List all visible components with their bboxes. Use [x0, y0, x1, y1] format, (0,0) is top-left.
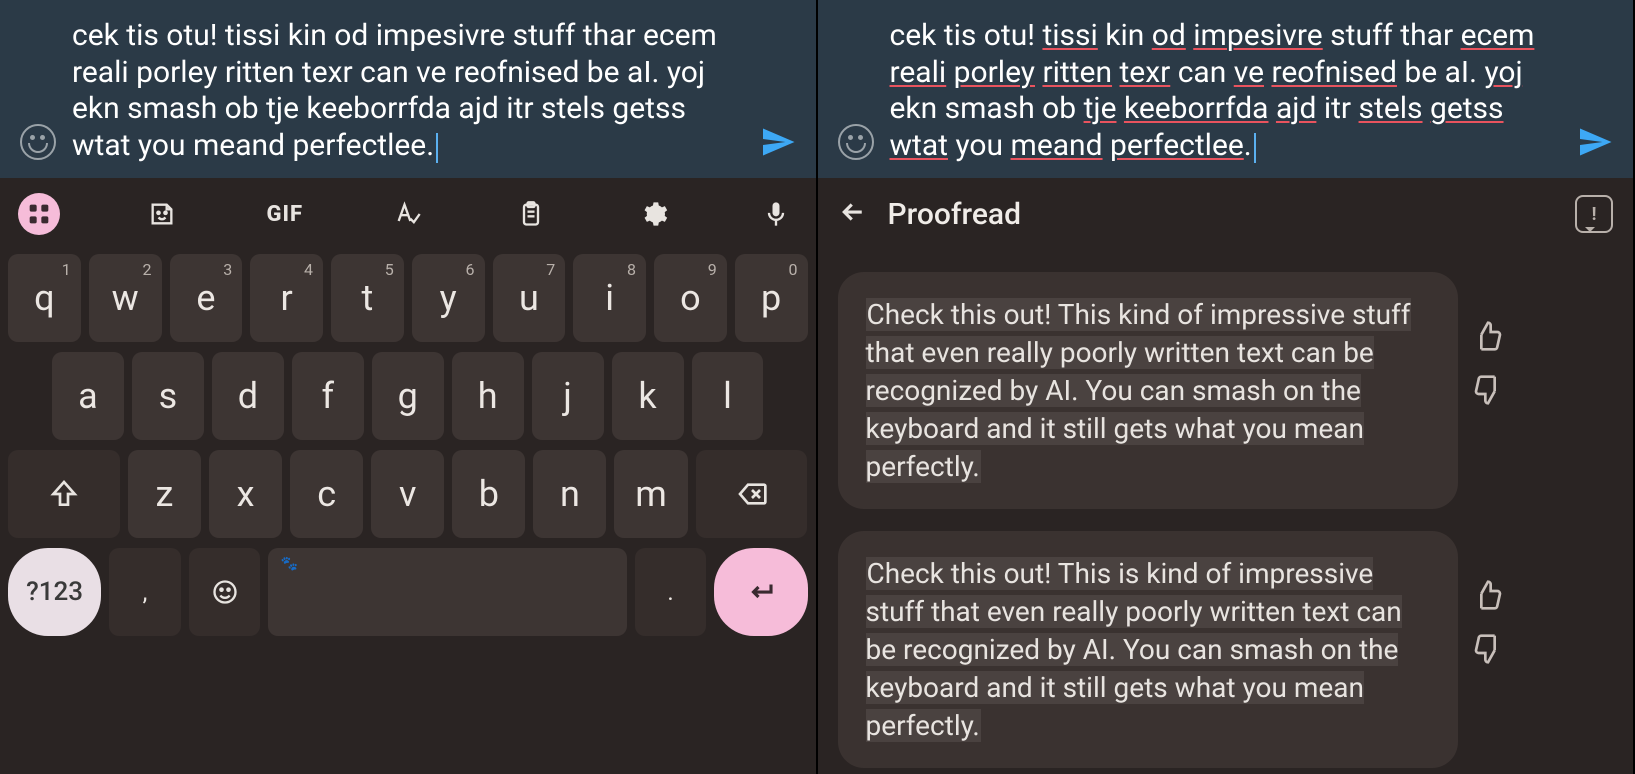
key-h[interactable]: h	[452, 352, 524, 440]
text-cursor	[436, 133, 438, 163]
thumbs-up-icon[interactable]	[1472, 320, 1504, 356]
keyboard: GIF q1w2e3r4t5y6u7i8o9p0 asdfghjkl	[0, 178, 816, 774]
key-w[interactable]: w2	[89, 254, 162, 342]
proofread-body: Check this out! This kind of impressive …	[818, 250, 1634, 774]
key-d[interactable]: d	[212, 352, 284, 440]
emoji-icon[interactable]	[20, 124, 56, 160]
key-a[interactable]: a	[52, 352, 124, 440]
shift-key[interactable]	[8, 450, 120, 538]
emoji-icon[interactable]	[838, 124, 874, 160]
key-q[interactable]: q1	[8, 254, 81, 342]
keyboard-rows: q1w2e3r4t5y6u7i8o9p0 asdfghjkl zxcvbnm ?…	[0, 250, 816, 774]
key-t[interactable]: t5	[331, 254, 404, 342]
send-button[interactable]	[1577, 124, 1613, 160]
period-key[interactable]: .	[635, 548, 707, 636]
suggestion-text[interactable]: Check this out! This kind of impressive …	[838, 272, 1458, 509]
send-button[interactable]	[760, 124, 796, 160]
proofread-header: Proofread !	[818, 178, 1634, 250]
keyboard-row-4: ?123 , 🐾 .	[6, 548, 810, 636]
key-z[interactable]: z	[128, 450, 201, 538]
text-cursor	[1254, 133, 1256, 163]
key-n[interactable]: n	[533, 450, 606, 538]
comma-key[interactable]: ,	[109, 548, 181, 636]
key-o[interactable]: o9	[654, 254, 727, 342]
key-g[interactable]: g	[372, 352, 444, 440]
message-input-bar: cek tis otu! tissi kin od impesivre stuf…	[0, 0, 816, 178]
message-text: cek tis otu! tissi kin od impesivre stuf…	[72, 18, 717, 163]
clipboard-icon[interactable]	[510, 193, 552, 235]
emoji-key[interactable]	[189, 548, 261, 636]
symbols-key[interactable]: ?123	[8, 548, 101, 636]
mic-icon[interactable]	[755, 193, 797, 235]
key-m[interactable]: m	[614, 450, 687, 538]
key-e[interactable]: e3	[170, 254, 243, 342]
space-key[interactable]: 🐾	[268, 548, 626, 636]
key-l[interactable]: l	[692, 352, 764, 440]
keyboard-row-3: zxcvbnm	[6, 450, 810, 538]
suggestion-card: Check this out! This is kind of impressi…	[838, 531, 1614, 768]
backspace-key[interactable]	[696, 450, 808, 538]
suggestion-actions	[1472, 531, 1504, 669]
paw-icon: 🐾	[280, 556, 297, 572]
key-j[interactable]: j	[532, 352, 604, 440]
key-x[interactable]: x	[209, 450, 282, 538]
gif-icon[interactable]: GIF	[264, 193, 306, 235]
key-f[interactable]: f	[292, 352, 364, 440]
enter-key[interactable]	[714, 548, 807, 636]
thumbs-down-icon[interactable]	[1472, 374, 1504, 410]
right-pane: cek tis otu! tissi kin od impesivre stuf…	[818, 0, 1635, 774]
message-text: cek tis otu! tissi kin od impesivre stuf…	[890, 18, 1535, 163]
left-pane: cek tis otu! tissi kin od impesivre stuf…	[0, 0, 818, 774]
thumbs-down-icon[interactable]	[1472, 633, 1504, 669]
keyboard-toolbar: GIF	[0, 178, 816, 250]
key-b[interactable]: b	[452, 450, 525, 538]
key-s[interactable]: s	[132, 352, 204, 440]
key-i[interactable]: i8	[573, 254, 646, 342]
thumbs-up-icon[interactable]	[1472, 579, 1504, 615]
back-icon[interactable]	[838, 197, 868, 231]
sticker-icon[interactable]	[141, 193, 183, 235]
message-text-input[interactable]: cek tis otu! tissi kin od impesivre stuf…	[890, 18, 1562, 164]
settings-icon[interactable]	[633, 193, 675, 235]
proofread-icon[interactable]	[387, 193, 429, 235]
suggestion-text[interactable]: Check this out! This is kind of impressi…	[838, 531, 1458, 768]
apps-icon[interactable]	[18, 193, 60, 235]
feedback-icon[interactable]: !	[1575, 195, 1613, 233]
keyboard-row-2: asdfghjkl	[6, 352, 810, 440]
message-input-bar: cek tis otu! tissi kin od impesivre stuf…	[818, 0, 1634, 178]
message-text-input[interactable]: cek tis otu! tissi kin od impesivre stuf…	[72, 18, 744, 164]
keyboard-row-1: q1w2e3r4t5y6u7i8o9p0	[6, 254, 810, 342]
suggestion-card: Check this out! This kind of impressive …	[838, 272, 1614, 509]
proofread-title: Proofread	[888, 197, 1556, 232]
suggestion-actions	[1472, 272, 1504, 410]
key-v[interactable]: v	[371, 450, 444, 538]
key-k[interactable]: k	[612, 352, 684, 440]
key-p[interactable]: p0	[735, 254, 808, 342]
key-r[interactable]: r4	[250, 254, 323, 342]
key-c[interactable]: c	[290, 450, 363, 538]
key-u[interactable]: u7	[493, 254, 566, 342]
key-y[interactable]: y6	[412, 254, 485, 342]
